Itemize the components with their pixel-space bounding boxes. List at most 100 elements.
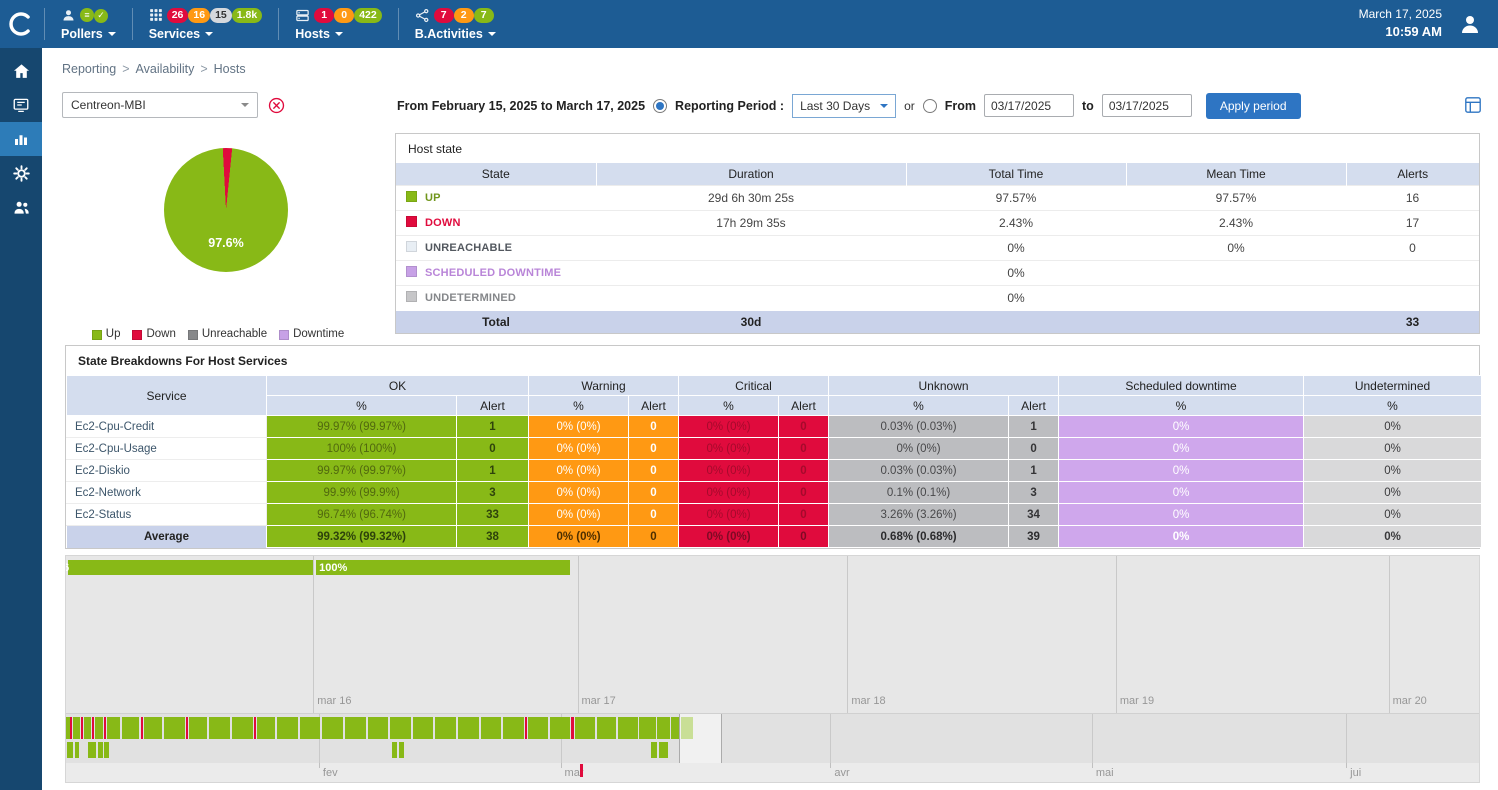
bd-unk_pct-cell: 0.68% (0.68%) bbox=[829, 526, 1009, 548]
selector-up-segment bbox=[503, 717, 523, 739]
services-count-badge[interactable]: 15 bbox=[210, 8, 232, 23]
bd-service-cell: Ec2-Network bbox=[67, 482, 267, 504]
bd-crit_pct-cell: 0% (0%) bbox=[679, 460, 779, 482]
axis-tick bbox=[1092, 763, 1093, 768]
bd-group-header: Critical bbox=[679, 376, 829, 396]
hosts-count-badge[interactable]: 422 bbox=[354, 8, 382, 23]
host-state-pie-chart: 97.6% UpDownUnreachableDowntimeUndetermi… bbox=[42, 132, 394, 372]
reporting-period-radio[interactable] bbox=[653, 99, 667, 113]
bd-warn_pct-cell: 0% (0%) bbox=[529, 504, 629, 526]
selector-down-segment bbox=[70, 717, 72, 739]
selector-up-segment bbox=[399, 742, 404, 758]
bd-undet_pct-cell: 0% bbox=[1304, 526, 1482, 548]
clear-filter-button[interactable] bbox=[268, 97, 285, 114]
hs-mean_time-cell: 2.43% bbox=[1126, 210, 1346, 235]
timeline-date-label: mar 19 bbox=[1120, 695, 1154, 707]
period-summary: From February 15, 2025 to March 17, 2025 bbox=[397, 99, 645, 113]
chevron-down-icon bbox=[205, 32, 213, 36]
services-count-badge[interactable]: 26 bbox=[167, 8, 189, 23]
breadcrumb-reporting[interactable]: Reporting bbox=[62, 62, 116, 76]
nav-services[interactable]: 2616151.8k Services bbox=[135, 0, 277, 48]
nav-hosts[interactable]: 10422 Hosts bbox=[281, 0, 396, 48]
export-report-button[interactable] bbox=[1464, 96, 1482, 114]
host-state-panel: Host state StateDurationTotal TimeMean T… bbox=[395, 133, 1480, 334]
to-date-input[interactable] bbox=[1102, 94, 1192, 117]
availability-bar-label: 100% bbox=[319, 562, 347, 574]
left-sidebar bbox=[0, 48, 42, 790]
current-date: March 17, 2025 bbox=[1359, 6, 1442, 23]
axis-tick bbox=[561, 763, 562, 768]
services-count-badge[interactable]: 1.8k bbox=[232, 8, 262, 23]
bd-warn_alert-cell: 0 bbox=[629, 504, 679, 526]
hs-mean_time-cell bbox=[1126, 285, 1346, 310]
axis-tick bbox=[319, 763, 320, 768]
hs-total_time-cell: 2.43% bbox=[906, 210, 1126, 235]
bd-ok_alert-cell: 38 bbox=[457, 526, 529, 548]
bactivities-count-badge[interactable]: 2 bbox=[454, 8, 474, 23]
bd-ok_alert-cell: 33 bbox=[457, 504, 529, 526]
legend-item-down: Down bbox=[132, 326, 175, 343]
sidebar-item-home[interactable] bbox=[0, 54, 42, 88]
services-count-badge[interactable]: 16 bbox=[188, 8, 210, 23]
pollers-status-chip: ≡ bbox=[80, 8, 94, 22]
nav-separator bbox=[44, 8, 45, 40]
bd-service-cell: Ec2-Diskio bbox=[67, 460, 267, 482]
breadcrumb-hosts[interactable]: Hosts bbox=[214, 62, 246, 76]
host-group-select[interactable]: Centreon-MBI bbox=[62, 92, 258, 118]
period-select[interactable]: Last 30 Days bbox=[792, 94, 896, 118]
breakdown-row: Ec2-Cpu-Usage100% (100%)00% (0%)00% (0%)… bbox=[67, 438, 1482, 460]
sidebar-item-monitoring[interactable] bbox=[0, 88, 42, 122]
selector-up-segment bbox=[84, 717, 91, 739]
bactivities-count-badge[interactable]: 7 bbox=[474, 8, 494, 23]
nav-bactivities[interactable]: 727 B.Activities bbox=[401, 0, 510, 48]
hosts-count-badge[interactable]: 1 bbox=[314, 8, 334, 23]
pollers-status-chip: ✓ bbox=[94, 9, 108, 23]
hs-total-duration: 30d bbox=[596, 310, 906, 333]
axis-month-label: mai bbox=[1096, 767, 1114, 779]
hs-duration-cell bbox=[596, 285, 906, 310]
selector-up-segment bbox=[277, 717, 297, 739]
availability-bar-segment: 6 bbox=[68, 560, 312, 575]
timeline-range-selector[interactable] bbox=[66, 713, 1479, 763]
range-selection-window[interactable] bbox=[679, 714, 721, 763]
sidebar-item-configuration[interactable] bbox=[0, 156, 42, 190]
breadcrumb-availability[interactable]: Availability bbox=[136, 62, 195, 76]
host-state-row: UNREACHABLE0%0%0 bbox=[396, 235, 1479, 260]
selector-up-segment bbox=[458, 717, 478, 739]
custom-period-radio[interactable] bbox=[923, 99, 937, 113]
nav-pollers-label: Pollers bbox=[61, 27, 103, 41]
hs-total_time-cell: 0% bbox=[906, 285, 1126, 310]
hs-state-label: DOWN bbox=[425, 217, 461, 229]
from-date-input[interactable] bbox=[984, 94, 1074, 117]
bd-sub-header: Alert bbox=[629, 396, 679, 416]
selector-up-segment bbox=[322, 717, 342, 739]
legend-label: Downtime bbox=[293, 326, 344, 343]
pie-graphic: 97.6% bbox=[164, 148, 288, 272]
sidebar-item-reporting[interactable] bbox=[0, 122, 42, 156]
monitoring-icon bbox=[12, 96, 30, 114]
bd-warn_alert-cell: 0 bbox=[629, 416, 679, 438]
timeline-zoom-area[interactable]: mar 16mar 17mar 18mar 19mar 206100% bbox=[66, 556, 1479, 713]
timeline-gridline bbox=[578, 556, 579, 713]
bactivities-count-badge[interactable]: 7 bbox=[434, 8, 454, 23]
bd-sched_pct-cell: 0% bbox=[1059, 482, 1304, 504]
host-state-row: UP29d 6h 30m 25s97.57%97.57%16 bbox=[396, 185, 1479, 210]
timeline-gridline bbox=[847, 556, 848, 713]
bd-warn_pct-cell: 0% (0%) bbox=[529, 438, 629, 460]
hs-total-total_time bbox=[906, 310, 1126, 333]
hs-mean_time-cell bbox=[1126, 260, 1346, 285]
breakdown-row: Ec2-Diskio99.97% (99.97%)10% (0%)00% (0%… bbox=[67, 460, 1482, 482]
axis-tick bbox=[1346, 763, 1347, 768]
nav-pollers[interactable]: ≡✓ Pollers bbox=[47, 0, 130, 48]
bd-unk_alert-cell: 39 bbox=[1009, 526, 1059, 548]
apply-period-button[interactable]: Apply period bbox=[1206, 93, 1301, 119]
bd-warn_pct-cell: 0% (0%) bbox=[529, 526, 629, 548]
user-menu-button[interactable] bbox=[1458, 12, 1482, 36]
sidebar-item-administration[interactable] bbox=[0, 190, 42, 224]
availability-bar-segment: 100% bbox=[316, 560, 570, 575]
selector-up-segment bbox=[659, 742, 668, 758]
hosts-count-badge[interactable]: 0 bbox=[334, 8, 354, 23]
service-breakdowns-panel: State Breakdowns For Host Services Servi… bbox=[65, 345, 1480, 549]
selector-up-segment bbox=[73, 717, 80, 739]
centreon-logo[interactable] bbox=[0, 0, 42, 48]
